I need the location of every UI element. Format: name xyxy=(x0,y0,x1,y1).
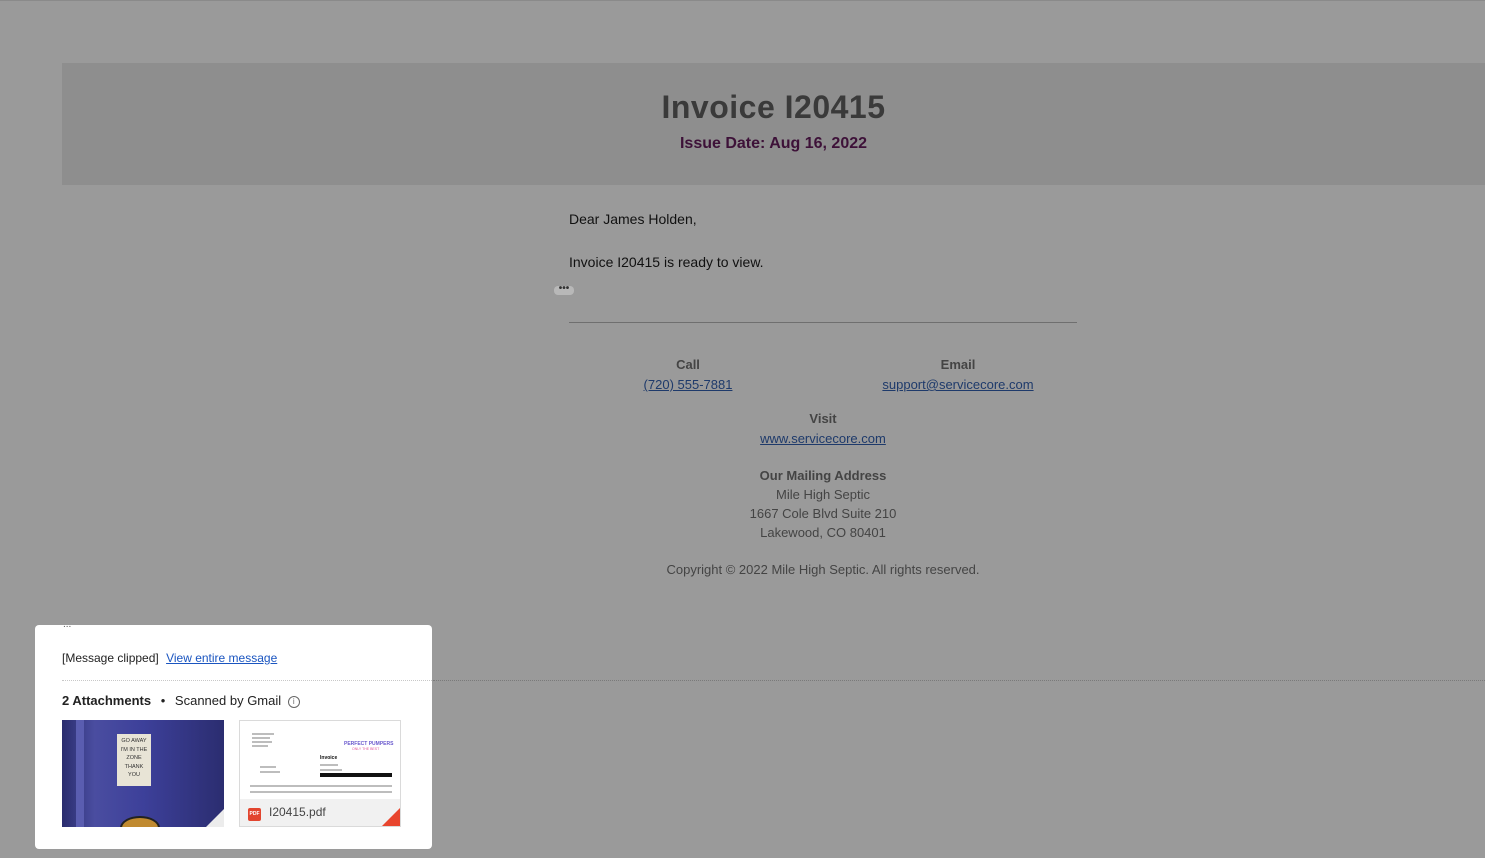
top-border xyxy=(0,0,1485,1)
greeting-text: Dear James Holden, xyxy=(569,211,697,227)
visit-section: Visit www.servicecore.com xyxy=(713,411,933,446)
view-entire-message-link[interactable]: View entire message xyxy=(166,651,277,665)
sign-text: GO AWAY xyxy=(121,738,147,744)
call-label: Call xyxy=(676,357,700,372)
issue-date: Issue Date: Aug 16, 2022 xyxy=(679,135,868,152)
message-clipped-notice: [Message clipped] View entire message xyxy=(62,651,277,665)
call-section: Call (720) 555-7881 xyxy=(578,357,798,392)
address-line: Mile High Septic xyxy=(776,487,870,502)
pdf-doc-title: Invoice xyxy=(320,755,338,761)
copyright-text: Copyright © 2022 Mile High Septic. All r… xyxy=(666,562,980,577)
attachments-panel: ... [Message clipped] View entire messag… xyxy=(35,619,432,849)
pdf-preview: PERFECT PUMPERS ONLY THE BEST Invoice xyxy=(240,721,400,799)
image-attachment-thumbnail[interactable]: GO AWAY I'M IN THE ZONE THANK YOU xyxy=(62,720,224,827)
pdf-filename: I20415.pdf xyxy=(269,805,326,819)
corner-fold xyxy=(206,809,224,827)
attachments-count: 2 Attachments xyxy=(62,693,152,708)
photo-detail xyxy=(76,720,84,827)
clipped-label: [Message clipped] xyxy=(62,651,159,665)
email-label: Email xyxy=(940,357,976,372)
invoice-ready-text: Invoice I20415 is ready to view. xyxy=(569,254,764,270)
attachments-header: 2 Attachments • Scanned by Gmail i xyxy=(62,693,300,708)
mailing-label: Our Mailing Address xyxy=(759,468,887,483)
show-trimmed-content-button[interactable]: ••• xyxy=(554,283,574,295)
sign-text: THANK xyxy=(124,763,144,770)
dot-separator: • xyxy=(160,693,166,708)
pdf-file-icon: PDF xyxy=(248,808,261,821)
email-section: Email support@servicecore.com xyxy=(848,357,1068,392)
scanned-by-gmail-label: Scanned by Gmail xyxy=(174,693,282,708)
pdf-attachment-thumbnail[interactable]: PERFECT PUMPERS ONLY THE BEST Invoice PD… xyxy=(239,720,401,827)
address-line: 1667 Cole Blvd Suite 210 xyxy=(749,506,897,521)
photo-sign: GO AWAY I'M IN THE ZONE THANK YOU xyxy=(117,734,151,786)
invoice-title: Invoice I20415 xyxy=(661,89,886,125)
mailing-address: Our Mailing Address Mile High Septic 166… xyxy=(623,466,1023,542)
sign-text: I'M IN THE xyxy=(120,746,148,753)
support-email-link[interactable]: support@servicecore.com xyxy=(848,377,1068,392)
footer-divider xyxy=(569,322,1077,323)
sign-text: YOU xyxy=(128,772,140,778)
visit-label: Visit xyxy=(809,411,837,426)
invoice-header: Invoice I20415 Issue Date: Aug 16, 2022 xyxy=(62,63,1485,185)
info-icon[interactable]: i xyxy=(287,695,300,708)
ellipsis-icon: ••• xyxy=(558,283,570,294)
pdf-logo-sub: ONLY THE BEST xyxy=(352,747,380,751)
address-line: Lakewood, CO 80401 xyxy=(760,525,886,540)
phone-link[interactable]: (720) 555-7881 xyxy=(578,377,798,392)
website-link[interactable]: www.servicecore.com xyxy=(713,431,933,446)
email-body: Invoice I20415 Issue Date: Aug 16, 2022 … xyxy=(0,0,1485,858)
sign-text: ZONE xyxy=(126,755,142,761)
attachments-separator xyxy=(62,680,432,681)
ellipsis-marker: ... xyxy=(63,619,72,630)
pdf-corner-fold xyxy=(382,808,400,826)
message-divider xyxy=(433,680,1485,681)
